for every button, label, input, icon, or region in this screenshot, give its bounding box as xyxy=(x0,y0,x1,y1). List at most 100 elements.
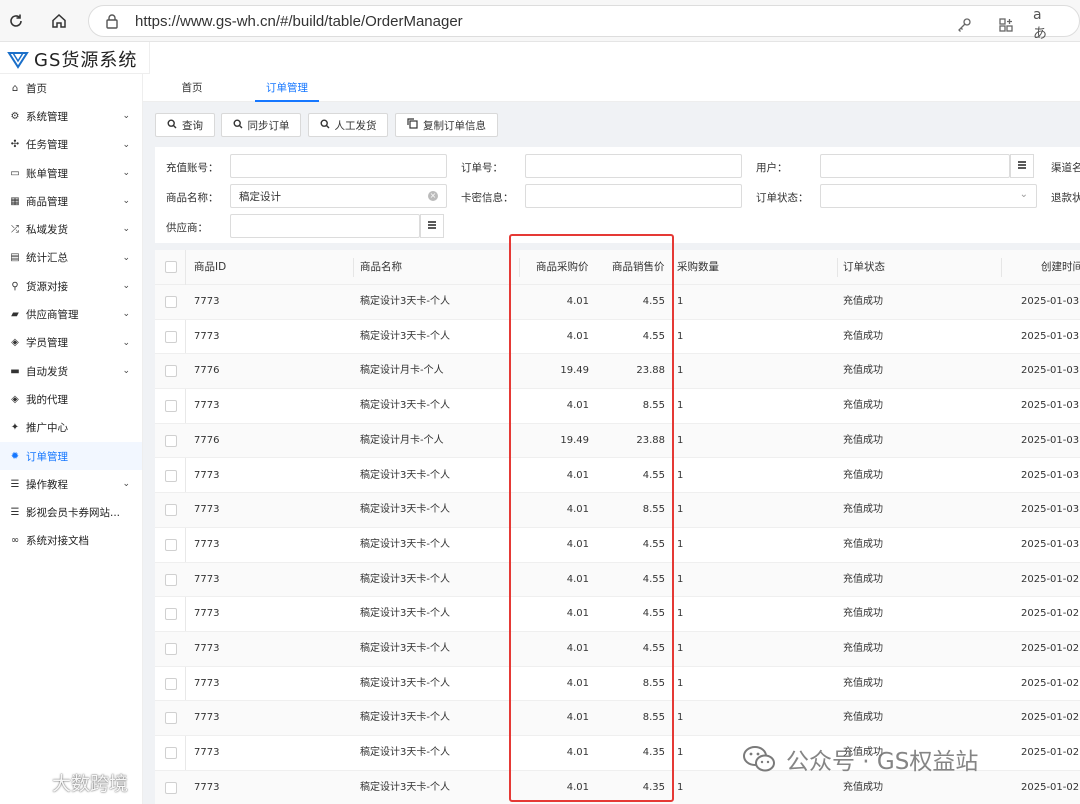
sidebar-item[interactable]: ✹ 订单管理 xyxy=(0,441,142,471)
manual-delivery-button[interactable]: 人工发货 xyxy=(308,113,388,137)
table-row[interactable]: 7773 稿定设计3天卡-个人 4.01 8.55 1 充值成功 2025-01-03 0 xyxy=(155,389,1080,424)
row-checkbox[interactable] xyxy=(165,296,177,308)
table-row[interactable]: 7773 稿定设计3天卡-个人 4.01 4.55 1 充值成功 2025-01-02 2 xyxy=(155,562,1080,598)
key-icon[interactable] xyxy=(953,14,975,36)
sidebar-item[interactable]: ◈ 学员管理 ⌄ xyxy=(0,329,142,357)
col-order-status[interactable]: 订单状态 xyxy=(843,250,885,285)
sidebar-item[interactable]: ◈ 我的代理 xyxy=(0,385,142,413)
chevron-down-icon: ⌄ xyxy=(122,309,130,320)
sidebar-item[interactable]: ✣ 任务管理 ⌄ xyxy=(0,131,142,159)
address-bar[interactable]: https://www.gs-wh.cn/#/build/table/Order… xyxy=(88,5,1080,42)
table-row[interactable]: 7773 稿定设计3天卡-个人 4.01 4.55 1 充值成功 2025-01-03 0 xyxy=(155,528,1080,563)
supplier-input[interactable] xyxy=(230,214,420,238)
table-row[interactable]: 7773 稿定设计3天卡-个人 4.01 4.55 1 充值成功 2025-01-03 0 xyxy=(155,285,1080,320)
tab-home[interactable]: 首页 xyxy=(163,74,221,102)
order-status-select[interactable]: ⌄ xyxy=(820,184,1037,208)
table-row[interactable]: 7773 稿定设计3天卡-个人 4.01 4.55 1 充值成功 2025-01-03 0 xyxy=(155,459,1080,494)
cell-created-time: 2025-01-02 2 xyxy=(1021,747,1080,759)
order-no-input[interactable] xyxy=(525,154,742,178)
sidebar-item[interactable]: ▰ 供应商管理 ⌄ xyxy=(0,300,142,328)
sidebar-item[interactable]: ▦ 商品管理 ⌄ xyxy=(0,187,142,215)
cell-product-id: 7773 xyxy=(194,712,220,724)
cell-order-status: 充值成功 xyxy=(843,434,883,446)
table-row[interactable]: 7773 稿定设计3天卡-个人 4.01 4.55 1 充值成功 2025-01-03 0 xyxy=(155,320,1080,355)
sidebar-item[interactable]: ▤ 统计汇总 ⌄ xyxy=(0,244,142,272)
cell-product-name: 稿定设计3天卡-个人 xyxy=(360,504,450,516)
row-checkbox[interactable] xyxy=(165,330,177,343)
cell-order-status: 充值成功 xyxy=(843,469,883,481)
row-checkbox[interactable] xyxy=(165,400,177,413)
row-checkbox[interactable] xyxy=(165,643,177,655)
sidebar-item[interactable]: ⌂ 首页 xyxy=(0,74,142,102)
sidebar-item[interactable]: ▬ 自动发货 ⌄ xyxy=(0,357,142,385)
sidebar-item[interactable]: ⤮ 私域发货 ⌄ xyxy=(0,215,142,243)
logo-icon xyxy=(6,46,30,73)
row-checkbox[interactable] xyxy=(165,469,177,482)
user-input[interactable] xyxy=(820,154,1010,178)
row-checkbox[interactable] xyxy=(165,712,177,725)
tag-icon: ◈ xyxy=(11,337,19,349)
recharge-account-label: 充值账号： xyxy=(166,162,219,174)
col-created-time[interactable]: 创建时间 xyxy=(1041,250,1080,285)
supplier-label: 供应商： xyxy=(166,222,208,234)
table-row[interactable]: 7776 稿定设计月卡-个人 19.49 23.88 1 充值成功 2025-01-03 0 xyxy=(155,423,1080,459)
row-checkbox[interactable] xyxy=(165,781,177,794)
table-row[interactable]: 7773 稿定设计3天卡-个人 4.01 8.55 1 充值成功 2025-01-02 2 xyxy=(155,701,1080,737)
row-checkbox[interactable] xyxy=(165,573,177,586)
cell-order-status: 充值成功 xyxy=(843,504,883,516)
col-product-name[interactable]: 商品名称 xyxy=(360,250,402,285)
sidebar-item-label: 账单管理 xyxy=(26,167,68,180)
cell-cost-price: 4.01 xyxy=(566,538,589,550)
tab-order-manager[interactable]: 订单管理 xyxy=(255,74,319,102)
select-all-checkbox[interactable] xyxy=(165,261,177,273)
product-name-input[interactable]: 稿定设计 × xyxy=(230,184,447,208)
sidebar-item[interactable]: ✦ 推广中心 xyxy=(0,414,142,442)
user-picker-button[interactable] xyxy=(1010,154,1034,178)
card-info-input[interactable] xyxy=(525,184,742,208)
row-checkbox[interactable] xyxy=(165,747,177,760)
row-checkbox[interactable] xyxy=(165,538,177,551)
row-checkbox[interactable] xyxy=(165,608,177,621)
sidebar-item[interactable]: ▭ 账单管理 ⌄ xyxy=(0,159,142,187)
clear-icon[interactable]: × xyxy=(428,191,438,201)
row-checkbox[interactable] xyxy=(165,434,177,447)
table-row[interactable]: 7773 稿定设计3天卡-个人 4.01 8.55 1 充值成功 2025-01-03 0 xyxy=(155,493,1080,528)
copy-order-info-button[interactable]: 复制订单信息 xyxy=(395,113,498,137)
sidebar-item[interactable]: ☰ 操作教程 ⌄ xyxy=(0,470,142,498)
chevron-down-icon: ⌄ xyxy=(122,167,130,178)
col-product-id[interactable]: 商品ID xyxy=(194,250,226,285)
table-row[interactable]: 7773 稿定设计3天卡-个人 4.01 8.55 1 充值成功 2025-01-02 2 xyxy=(155,667,1080,702)
cell-quantity: 1 xyxy=(677,400,684,412)
cell-product-id: 7773 xyxy=(194,469,220,481)
sidebar-item[interactable]: ⚙ 系统管理 ⌄ xyxy=(0,102,142,130)
sync-orders-button[interactable]: 同步订单 xyxy=(221,113,301,137)
grid-add-icon[interactable] xyxy=(995,14,1017,36)
supplier-picker-button[interactable] xyxy=(420,214,444,238)
row-checkbox[interactable] xyxy=(165,365,177,378)
sync-orders-label: 同步订单 xyxy=(247,119,290,132)
sidebar-item-label: 我的代理 xyxy=(26,393,68,406)
col-sale-price[interactable]: 商品销售价 xyxy=(612,250,665,285)
cell-sale-price: 4.55 xyxy=(642,538,665,550)
table-icon: ▤ xyxy=(10,252,20,264)
col-quantity[interactable]: 采购数量 xyxy=(677,250,719,285)
recharge-account-input[interactable] xyxy=(230,154,447,178)
read-aloud-icon[interactable]: aあ xyxy=(1033,7,1055,42)
cell-created-time: 2025-01-03 0 xyxy=(1021,469,1080,481)
row-checkbox[interactable] xyxy=(165,677,177,690)
sidebar-item[interactable]: ∞ 系统对接文档 xyxy=(0,527,142,555)
cell-product-id: 7773 xyxy=(194,643,220,654)
cell-product-id: 7776 xyxy=(194,434,220,446)
row-checkbox[interactable] xyxy=(165,504,177,517)
sidebar-item-label: 学员管理 xyxy=(26,337,68,350)
home-browser-icon[interactable] xyxy=(47,9,71,33)
reload-icon[interactable] xyxy=(4,9,28,33)
col-cost-price[interactable]: 商品采购价 xyxy=(536,250,589,285)
cell-created-time: 2025-01-03 0 xyxy=(1021,330,1080,342)
table-row[interactable]: 7773 稿定设计3天卡-个人 4.01 4.55 1 充值成功 2025-01-02 2 xyxy=(155,632,1080,667)
sidebar-item[interactable]: ⚲ 货源对接 ⌄ xyxy=(0,272,142,300)
query-button[interactable]: 查询 xyxy=(155,113,215,137)
table-row[interactable]: 7776 稿定设计月卡-个人 19.49 23.88 1 充值成功 2025-01-03 0 xyxy=(155,354,1080,390)
sidebar-item[interactable]: ☰ 影视会员卡券网站... xyxy=(0,498,142,526)
table-row[interactable]: 7773 稿定设计3天卡-个人 4.01 4.55 1 充值成功 2025-01-02 2 xyxy=(155,597,1080,632)
